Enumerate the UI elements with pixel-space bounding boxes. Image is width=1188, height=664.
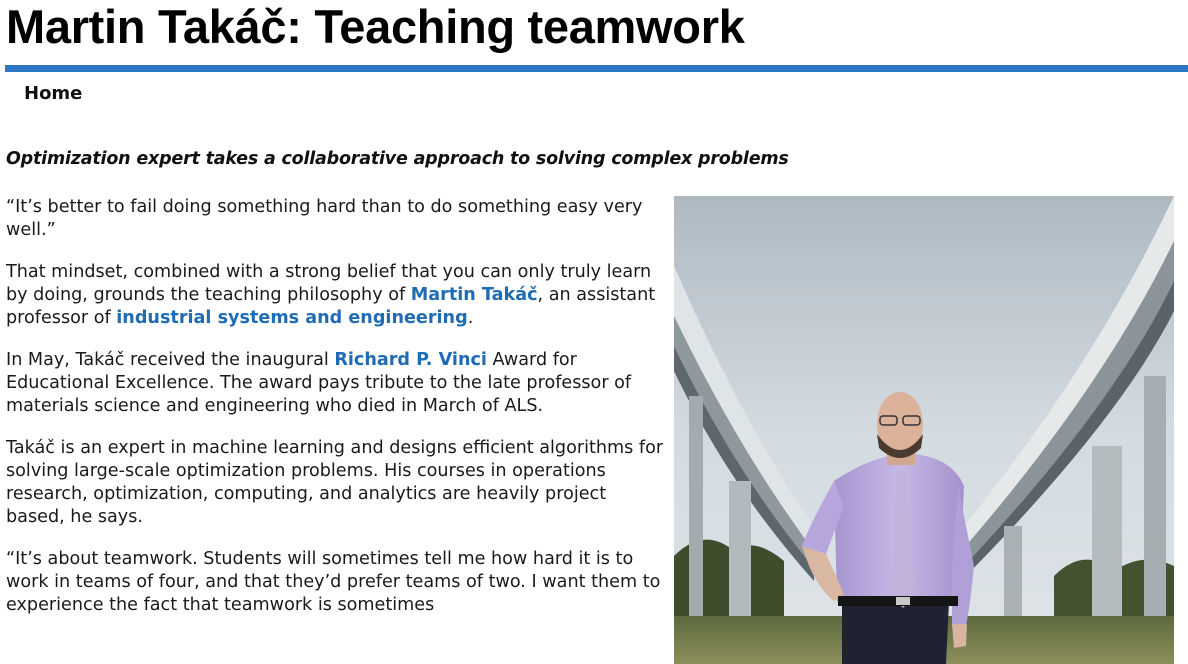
article-paragraph-award: In May, Takáč received the inaugural Ric…	[6, 349, 666, 418]
article-body: “It’s better to fail doing something har…	[6, 196, 666, 636]
article-paragraph-teamwork: “It’s about teamwork. Students will some…	[6, 549, 661, 615]
page-title: Martin Takáč: Teaching teamwork	[6, 0, 745, 53]
richard-vinci-link[interactable]: Richard P. Vinci	[334, 350, 487, 370]
article-paragraph-mindset: That mindset, combined with a strong bel…	[6, 261, 666, 330]
isye-dept-link[interactable]: industrial systems and engineering	[116, 308, 467, 328]
martin-takac-link[interactable]: Martin Takáč	[411, 285, 538, 305]
text-span: In May, Takáč received the inaugural	[6, 350, 335, 370]
article-subhead: Optimization expert takes a collaborativ…	[6, 149, 789, 169]
text-span: .	[467, 308, 474, 328]
portrait-photo	[674, 196, 1174, 664]
main-nav: Home	[24, 82, 82, 106]
nav-home-link[interactable]: Home	[24, 83, 82, 104]
article-paragraph-quote: “It’s better to fail doing something har…	[6, 197, 643, 240]
header-divider	[5, 65, 1188, 72]
article-paragraph-expertise: Takáč is an expert in machine learning a…	[6, 438, 664, 527]
